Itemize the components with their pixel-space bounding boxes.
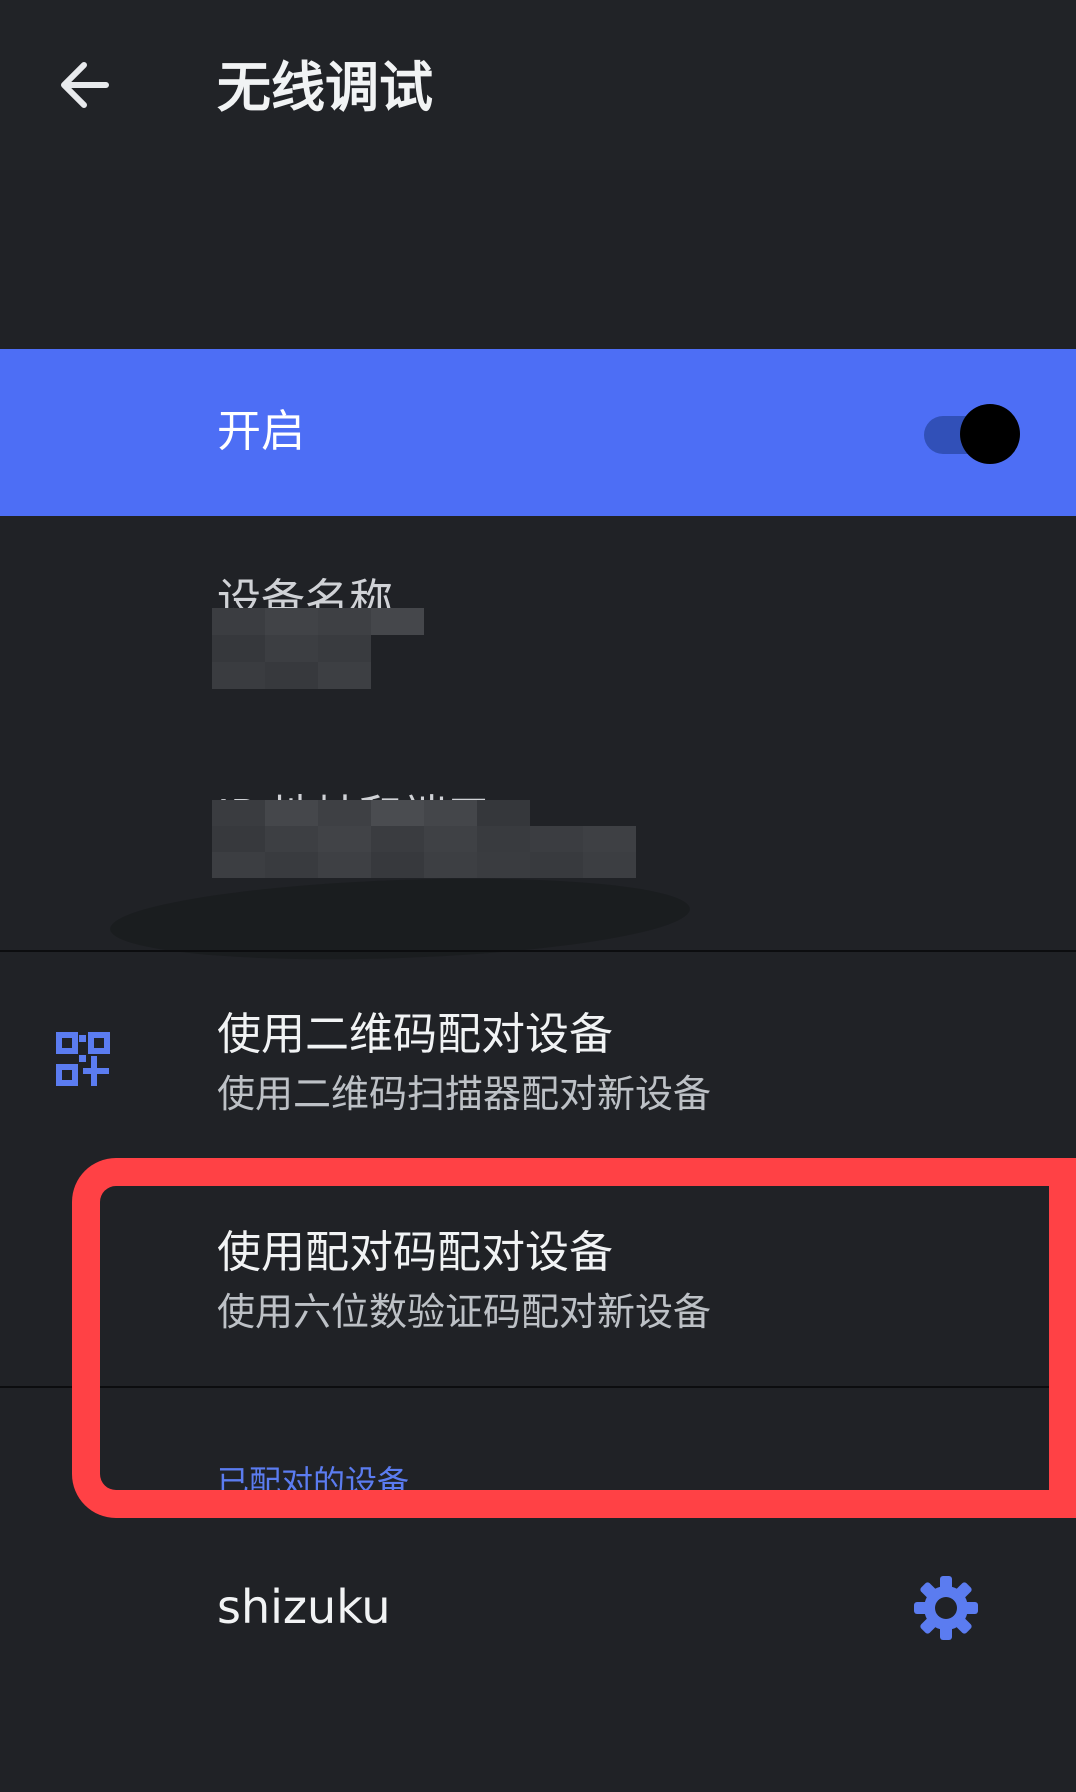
pair-qr-summary: 使用二维码扫描器配对新设备 xyxy=(217,1072,712,1116)
page-title: 无线调试 xyxy=(217,56,433,119)
app-bar: 无线调试 xyxy=(0,0,1076,170)
qr-code-scanner-icon xyxy=(56,1032,110,1086)
paired-device-name: shizuku xyxy=(217,1580,391,1634)
wireless-debugging-switch-row[interactable]: 开启 xyxy=(0,349,1076,516)
switch-label: 开启 xyxy=(217,406,305,457)
paired-devices-category: 已配对的设备 xyxy=(217,1463,410,1501)
wireless-debugging-toggle[interactable] xyxy=(924,404,1020,464)
pair-code-summary: 使用六位数验证码配对新设备 xyxy=(217,1290,712,1334)
back-button[interactable] xyxy=(44,42,124,128)
pair-qr-title: 使用二维码配对设备 xyxy=(217,1009,613,1060)
ip-address-redacted xyxy=(212,800,636,878)
device-name-row[interactable]: 设备名称 xyxy=(0,516,1076,716)
pair-with-qr-code-row[interactable]: 使用二维码配对设备 使用二维码扫描器配对新设备 xyxy=(0,952,1076,1142)
divider xyxy=(0,1386,1076,1388)
device-name-redacted xyxy=(212,608,424,689)
gear-icon[interactable] xyxy=(910,1572,982,1644)
pair-with-pairing-code-row[interactable]: 使用配对码配对设备 使用六位数验证码配对新设备 xyxy=(0,1170,1076,1384)
pair-code-title: 使用配对码配对设备 xyxy=(217,1227,613,1278)
toggle-thumb xyxy=(960,404,1020,464)
arrow-left-icon xyxy=(61,62,109,108)
